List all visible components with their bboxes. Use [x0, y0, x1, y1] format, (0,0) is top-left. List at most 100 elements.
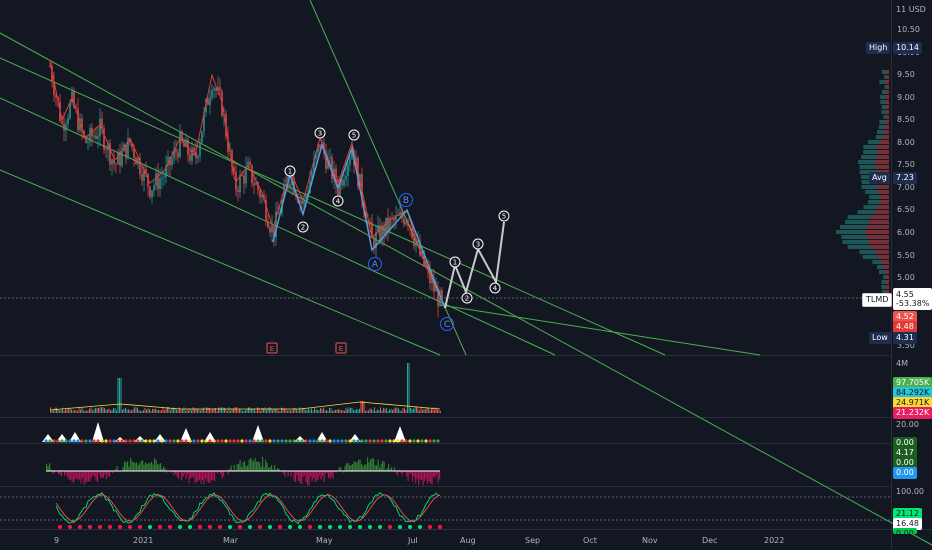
candle-body: [383, 225, 385, 236]
volume-bar: [390, 408, 392, 413]
candle-body: [63, 123, 65, 131]
profile-bar-down: [885, 100, 889, 104]
indicator-dot: [300, 439, 304, 443]
histogram-bar: [328, 471, 330, 478]
chart-canvas[interactable]: 1 2 3 4 5 1 2 3 4 5 A B C E E: [0, 0, 932, 550]
histogram-bar: [421, 471, 423, 480]
histogram-bar: [257, 461, 259, 471]
profile-bar-up: [863, 150, 878, 154]
candle-body: [379, 225, 381, 242]
volume-bar: [54, 407, 56, 413]
candle-body: [411, 227, 413, 238]
volume-bar: [221, 407, 222, 413]
volume-bar: [156, 410, 158, 413]
volume-bar: [99, 407, 101, 413]
candle-body: [413, 237, 415, 246]
histogram-bar: [200, 471, 202, 484]
volume-bar: [411, 408, 413, 413]
candle-body: [101, 118, 103, 129]
stoch-signal-dot: [68, 525, 72, 529]
trend-channel[interactable]: [0, 0, 932, 546]
profile-bar-down: [883, 265, 889, 269]
histogram-bar: [146, 463, 148, 471]
indicator-spike: [394, 426, 406, 442]
svg-text:3: 3: [476, 241, 480, 249]
profile-bar-up: [881, 280, 886, 284]
histogram-bar: [85, 471, 87, 483]
histogram-bar: [211, 471, 213, 481]
profile-bar-down: [885, 110, 889, 114]
symbol-label: TLMD: [866, 295, 889, 304]
volume-bar: [396, 407, 398, 413]
volume-bar: [395, 407, 396, 413]
histogram-bar: [373, 458, 375, 471]
candle-body: [207, 99, 209, 105]
candle-body: [177, 152, 179, 158]
volume-bar: [297, 410, 299, 413]
profile-bar-up: [880, 100, 886, 104]
volume-bar: [362, 401, 363, 413]
histogram-bar: [436, 471, 438, 475]
volume-bar: [381, 410, 383, 413]
candle-body: [97, 136, 99, 139]
profile-bar-up: [859, 250, 876, 254]
volume-bar: [200, 410, 201, 413]
profile-bar-down: [879, 140, 889, 144]
candle-body: [117, 151, 119, 165]
candle-body: [115, 163, 117, 165]
histogram-bar: [155, 459, 157, 471]
indicator-dot: [120, 439, 124, 443]
price-tick-label: 5.00: [897, 273, 915, 283]
indicator-dot: [336, 439, 340, 443]
indicator-dot: [220, 439, 224, 443]
indicator-spike: [114, 437, 126, 442]
indicator-dot: [316, 439, 320, 443]
volume-bar: [419, 410, 420, 413]
histogram-bar: [361, 463, 363, 471]
histogram-bar: [238, 463, 240, 471]
earnings-markers[interactable]: E E: [266, 342, 347, 354]
profile-bar-down: [880, 195, 889, 199]
candle-body: [237, 190, 239, 193]
indicator-dot: [384, 439, 388, 443]
indicator-dot: [144, 439, 148, 443]
profile-bar-up: [879, 80, 885, 84]
indicator-dot: [176, 439, 180, 443]
histogram-bar: [92, 471, 94, 476]
candle-body: [93, 135, 95, 137]
candle-body: [111, 159, 113, 165]
volume-bar: [219, 407, 221, 413]
indicator-dot: [400, 439, 404, 443]
volume-bar: [230, 410, 231, 413]
volume-bar: [437, 409, 438, 413]
indicator-dot: [180, 439, 184, 443]
indicator-dot: [272, 439, 276, 443]
histogram-bar: [370, 459, 372, 471]
histogram-bar: [377, 459, 379, 471]
high-value: 10.14: [896, 43, 919, 52]
histogram-bar: [380, 463, 382, 471]
indicator-dot: [192, 439, 196, 443]
indicator-dot: [252, 439, 256, 443]
candle-body: [197, 155, 199, 158]
profile-bar-up: [857, 210, 875, 214]
volume-bar: [86, 410, 87, 413]
high-tag: High: [866, 42, 891, 54]
stoch-signal-dot: [368, 525, 372, 529]
histogram-bar: [83, 471, 85, 485]
indicator-dot: [212, 439, 216, 443]
candle-body: [329, 157, 331, 159]
histogram-bar: [209, 471, 211, 483]
profile-bar-down: [877, 255, 889, 259]
volume-bar: [242, 410, 243, 413]
volume-bar: [143, 409, 144, 413]
histogram-bar: [68, 471, 70, 480]
candle-body: [149, 186, 151, 198]
profile-bar-down: [870, 245, 889, 249]
indicator-dot: [324, 439, 328, 443]
volume-bar: [405, 410, 407, 413]
volume-bar: [155, 408, 156, 413]
profile-bar-up: [863, 145, 878, 149]
volume-bar: [294, 407, 296, 413]
stoch-signal-dot: [118, 525, 122, 529]
